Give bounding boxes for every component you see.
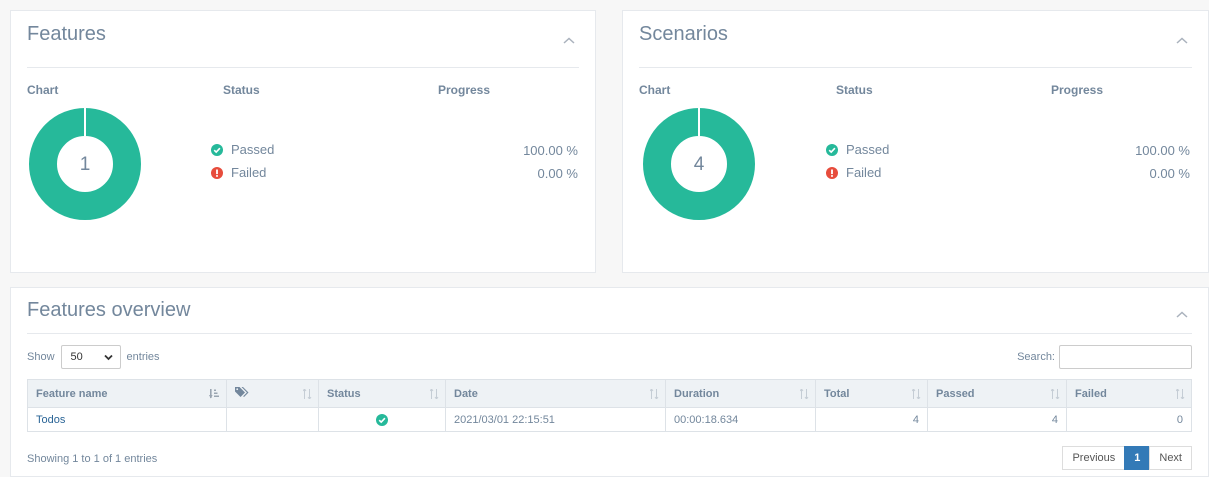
scenarios-donut-count: 4 (693, 154, 705, 175)
chevron-up-icon[interactable] (1174, 307, 1190, 323)
check-circle-icon (376, 413, 388, 426)
feature-link[interactable]: Todos (36, 414, 65, 426)
passed-percentage: 100.00 % (523, 143, 578, 158)
sort-asc-icon (209, 389, 219, 399)
entries-label: entries (126, 351, 160, 363)
column-header-duration[interactable]: Duration (665, 379, 816, 408)
table-info: Showing 1 to 1 of 1 entries (27, 453, 158, 465)
overview-panel-title: Features overview (27, 299, 191, 321)
sort-icon (1051, 389, 1060, 399)
chart-column-header: Chart (27, 83, 59, 97)
features-donut-count: 1 (79, 154, 91, 175)
progress-column-header: Progress (438, 83, 491, 97)
scenarios-panel-header: Scenarios (639, 11, 1192, 68)
search-label: Search: (1017, 351, 1055, 363)
features-overview-table: Feature name Status Date Duration Total (27, 379, 1192, 432)
status-column-header: Status (223, 83, 260, 97)
date-cell: 2021/03/01 22:15:51 (445, 407, 666, 432)
pagination: Previous 1 Next (1062, 446, 1192, 470)
column-header-total[interactable]: Total (815, 379, 928, 408)
table-row: Todos 2021/03/01 22:15:51 00:00:18.634 4… (27, 407, 1192, 432)
show-entries-control: Show 50 entries (27, 345, 160, 369)
column-header-passed[interactable]: Passed (927, 379, 1067, 408)
tags-cell (226, 407, 319, 432)
status-column-header: Status (836, 83, 873, 97)
features-panel-title: Features (27, 23, 106, 45)
exclamation-circle-icon (826, 166, 838, 179)
passed-label: Passed (846, 142, 890, 157)
tags-icon (235, 387, 249, 397)
sort-icon (1176, 389, 1185, 399)
chevron-up-icon[interactable] (1174, 33, 1190, 49)
passed-status-row: Passed (826, 142, 889, 157)
feature-name-cell: Todos (27, 407, 227, 432)
next-page-button[interactable]: Next (1149, 446, 1192, 470)
progress-column-header: Progress (1051, 83, 1104, 97)
check-circle-icon (826, 143, 838, 156)
previous-page-button[interactable]: Previous (1062, 446, 1126, 470)
chevron-down-icon (103, 354, 113, 361)
scenarios-panel: Scenarios Chart Status Progress 4 Passed… (622, 10, 1209, 273)
page-size-select[interactable]: 50 (60, 345, 121, 369)
passed-status-row: Passed (211, 142, 274, 157)
overview-panel-header: Features overview (27, 288, 1192, 334)
column-header-tags[interactable] (226, 379, 319, 408)
chevron-up-icon[interactable] (561, 33, 577, 49)
failed-cell: 0 (1066, 407, 1192, 432)
failed-label: Failed (846, 165, 882, 180)
scenarios-panel-title: Scenarios (639, 23, 728, 45)
sort-icon (800, 389, 809, 399)
total-cell: 4 (815, 407, 928, 432)
status-cell (318, 407, 446, 432)
sort-icon (650, 389, 659, 399)
search-input[interactable] (1059, 345, 1192, 369)
column-header-date[interactable]: Date (445, 379, 666, 408)
page-1-button[interactable]: 1 (1124, 446, 1151, 470)
failed-status-row: Failed (211, 165, 266, 180)
chart-column-header: Chart (639, 83, 671, 97)
duration-cell: 00:00:18.634 (665, 407, 816, 432)
sort-icon (430, 389, 439, 399)
sort-icon (912, 389, 921, 399)
search-control: Search: (1017, 345, 1192, 369)
exclamation-circle-icon (211, 166, 223, 179)
features-panel-header: Features (27, 11, 579, 68)
failed-percentage: 0.00 % (1149, 166, 1190, 181)
passed-percentage: 100.00 % (1135, 143, 1190, 158)
check-circle-icon (211, 143, 223, 156)
column-header-status[interactable]: Status (318, 379, 446, 408)
failed-status-row: Failed (826, 165, 881, 180)
table-header-row: Feature name Status Date Duration Total (27, 379, 1192, 408)
show-label: Show (27, 351, 55, 363)
passed-label: Passed (231, 142, 275, 157)
sort-icon (303, 389, 312, 399)
features-panel: Features Chart Status Progress 1 Passed … (10, 10, 596, 273)
failed-percentage: 0.00 % (537, 166, 578, 181)
passed-cell: 4 (927, 407, 1067, 432)
page-size-value: 50 (70, 351, 83, 363)
failed-label: Failed (231, 165, 267, 180)
column-header-failed[interactable]: Failed (1066, 379, 1192, 408)
column-header-feature-name[interactable]: Feature name (27, 379, 227, 408)
